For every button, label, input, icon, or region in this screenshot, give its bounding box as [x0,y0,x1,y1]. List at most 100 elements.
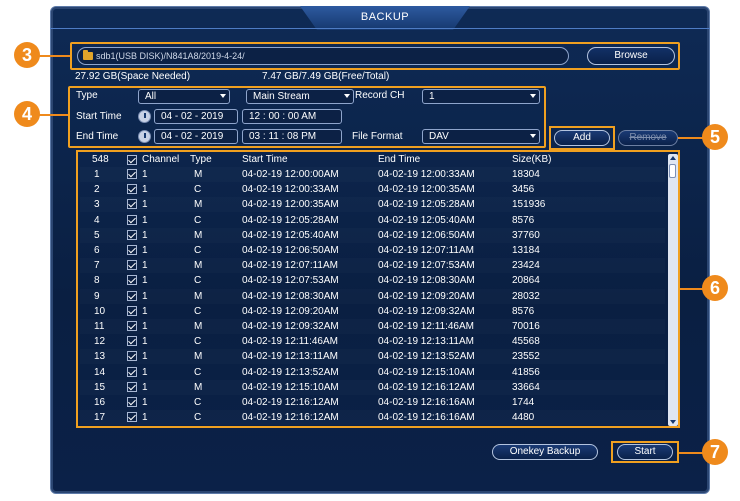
row-checkbox[interactable] [127,245,137,255]
row-number: 9 [94,290,100,302]
select-all-checkbox[interactable] [127,155,137,165]
row-checkbox[interactable] [127,290,137,301]
row-checkbox[interactable] [127,305,137,316]
path-field[interactable]: sdb1(USB DISK)/N841A8/2019-4-24/ [77,47,569,65]
start-date-value: 04 - 02 - 2019 [161,111,224,122]
end-date-field[interactable]: 04 - 02 - 2019 [154,129,238,144]
table-row[interactable]: 4 1 C 04-02-19 12:05:28AM 04-02-19 12:05:40A… [80,213,665,228]
start-date-field[interactable]: 04 - 02 - 2019 [154,109,238,124]
row-checkbox[interactable] [127,214,137,225]
row-number: 13 [94,351,106,363]
callout-4: 4 [14,101,40,127]
callout-7: 7 [702,439,728,465]
row-checkbox[interactable] [127,169,137,179]
add-button[interactable]: Add [554,130,610,146]
row-size: 20864 [512,275,540,287]
row-end-time: 04-02-19 12:11:46AM [378,321,474,332]
row-end-time: 04-02-19 12:06:50AM [378,229,475,241]
path-value: sdb1(USB DISK)/N841A8/2019-4-24/ [96,51,245,61]
scroll-up-icon[interactable] [670,156,676,160]
row-start-time: 04-02-19 12:09:20AM [242,305,339,317]
table-row[interactable]: 2 1 C 04-02-19 12:00:33AM 04-02-19 12:00:35A… [80,182,665,197]
callout-6: 6 [702,275,728,301]
row-start-time: 04-02-19 12:09:32AM [242,321,339,332]
row-channel: 1 [142,397,148,408]
table-body: 1 1 M 04-02-19 12:00:00AM 04-02-19 12:00:33A… [80,167,665,427]
table-row[interactable]: 12 1 C 04-02-19 12:11:46AM 04-02-19 12:13:11… [80,334,665,349]
row-size: 33664 [512,381,540,393]
row-end-time: 04-02-19 12:13:11AM [378,336,474,348]
table-header: 548 Channel Type Start Time End Time Siz… [80,154,665,166]
start-time-label: Start Time [76,111,122,122]
row-size: 37760 [512,229,540,241]
row-checkbox[interactable] [127,351,137,362]
table-row[interactable]: 15 1 M 04-02-19 12:15:10AM 04-02-19 12:16:12… [80,380,665,395]
table-row[interactable]: 17 1 C 04-02-19 12:16:12AM 04-02-19 12:16:16… [80,410,665,425]
table-scrollbar[interactable] [668,154,678,426]
row-end-time: 04-02-19 12:00:33AM [378,169,475,180]
table-row[interactable]: 10 1 C 04-02-19 12:09:20AM 04-02-19 12:09:32… [80,304,665,319]
record-ch-select[interactable]: 1 [422,89,540,104]
remove-button[interactable]: Remove [618,130,678,146]
row-channel: 1 [142,275,148,287]
table-row[interactable]: 9 1 M 04-02-19 12:08:30AM 04-02-19 12:09:20A… [80,289,665,304]
type-select[interactable]: All [138,89,230,104]
row-type: C [194,305,202,317]
row-end-time: 04-02-19 12:09:32AM [378,305,475,317]
onekey-backup-button[interactable]: Onekey Backup [492,444,598,460]
scroll-thumb[interactable] [669,164,676,178]
end-time-value: 03 : 11 : 08 PM [249,131,317,142]
row-number: 11 [94,321,105,332]
table-row[interactable]: 11 1 M 04-02-19 12:09:32AM 04-02-19 12:11:46… [80,319,665,334]
start-time-field[interactable]: 12 : 00 : 00 AM [242,109,342,124]
callout-7-connector [679,452,703,454]
start-button[interactable]: Start [617,444,673,460]
file-format-select[interactable]: DAV [422,129,540,144]
type-value: All [145,91,157,102]
row-checkbox[interactable] [127,336,137,347]
chevron-down-icon [220,94,226,98]
row-checkbox[interactable] [127,260,137,271]
clock-icon[interactable] [138,110,151,123]
clock-icon[interactable] [138,130,151,143]
row-end-time: 04-02-19 12:07:11AM [378,245,474,256]
row-type: C [194,412,202,424]
table-row[interactable]: 8 1 C 04-02-19 12:07:53AM 04-02-19 12:08:30A… [80,273,665,288]
row-count: 548 [92,154,109,165]
table-row[interactable]: 5 1 M 04-02-19 12:05:40AM 04-02-19 12:06:50A… [80,228,665,243]
row-channel: 1 [142,184,148,196]
row-number: 8 [94,275,100,287]
table-row[interactable]: 6 1 C 04-02-19 12:06:50AM 04-02-19 12:07:11A… [80,243,665,258]
header-channel: Channel [142,154,180,165]
table-row[interactable]: 14 1 C 04-02-19 12:13:52AM 04-02-19 12:15:10… [80,365,665,380]
table-row[interactable]: 16 1 C 04-02-19 12:16:12AM 04-02-19 12:16:16… [80,395,665,410]
browse-button[interactable]: Browse [587,47,675,65]
row-checkbox[interactable] [127,184,137,195]
table-row[interactable]: 7 1 M 04-02-19 12:07:11AM 04-02-19 12:07:53A… [80,258,665,273]
row-checkbox[interactable] [127,275,137,286]
header-type: Type [190,154,212,165]
stream-select[interactable]: Main Stream [246,89,354,104]
row-checkbox[interactable] [127,366,137,377]
row-channel: 1 [142,381,148,393]
row-end-time: 04-02-19 12:05:40AM [378,214,475,226]
end-time-field[interactable]: 03 : 11 : 08 PM [242,129,342,144]
record-ch-label: Record CH [355,90,405,101]
row-checkbox[interactable] [127,229,137,240]
callout-3-connector [38,55,70,57]
row-start-time: 04-02-19 12:06:50AM [242,245,339,256]
table-row[interactable]: 13 1 M 04-02-19 12:13:11AM 04-02-19 12:13:52… [80,349,665,364]
row-checkbox[interactable] [127,381,137,392]
table-row[interactable]: 1 1 M 04-02-19 12:00:00AM 04-02-19 12:00:33A… [80,167,665,182]
row-checkbox[interactable] [127,199,137,210]
row-checkbox[interactable] [127,321,137,331]
row-number: 6 [94,245,100,256]
chevron-down-icon [344,94,350,98]
row-type: M [194,290,203,302]
row-number: 7 [94,260,100,272]
row-checkbox[interactable] [127,397,137,407]
table-row[interactable]: 3 1 M 04-02-19 12:00:35AM 04-02-19 12:05:28A… [80,197,665,212]
row-checkbox[interactable] [127,412,137,423]
row-channel: 1 [142,229,148,241]
scroll-down-icon[interactable] [670,420,676,424]
